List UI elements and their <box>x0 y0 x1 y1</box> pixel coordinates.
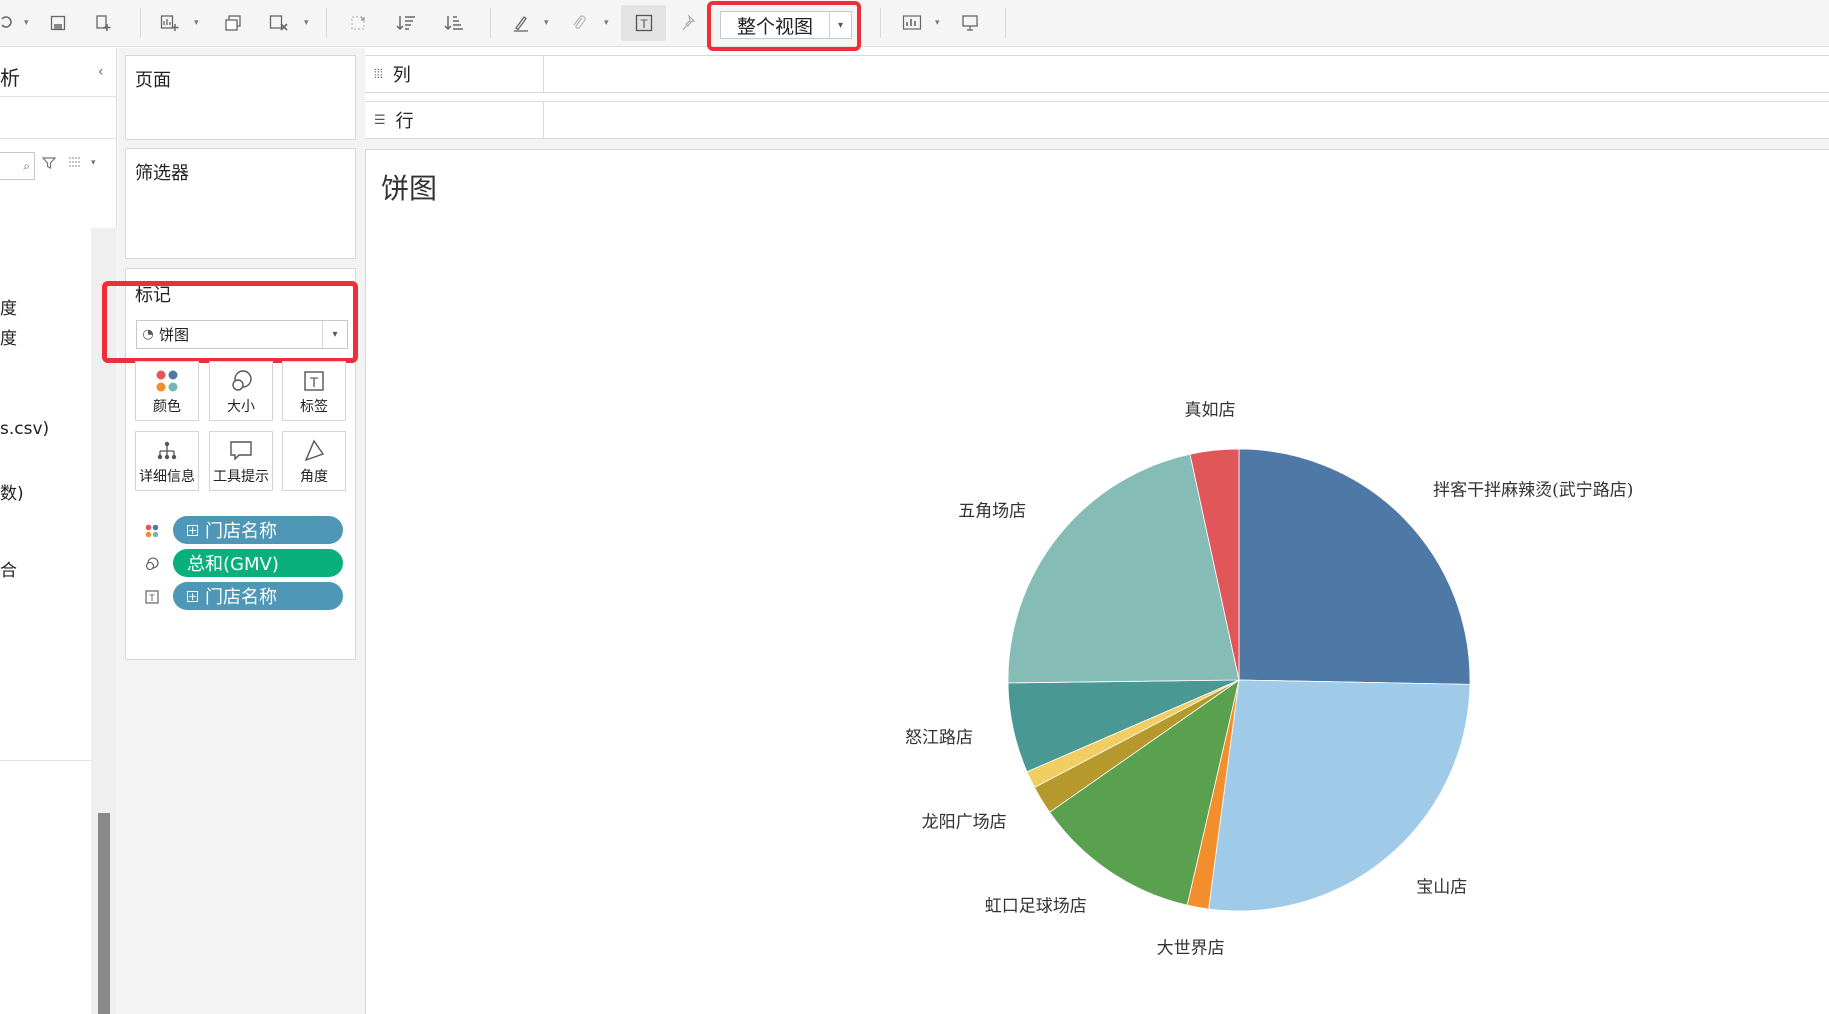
pie-slice-label: 龙阳广场店 <box>922 812 1007 832</box>
pie-chart: 拌客干拌麻辣烫(武宁路店) 宝山店大世界店 虹口足球场店 龙阳广场店 怒江路店 五角场店 真… <box>905 401 1633 959</box>
pie-slice-label: 真如店 <box>1185 401 1236 421</box>
pie-slice-label: 拌客干拌麻辣烫(武宁路店) <box>1433 481 1633 501</box>
pie-slice-label: 大世界店 <box>1157 939 1225 959</box>
pie-slice-label: 五角场店 <box>958 502 1026 522</box>
pie-slice-label: 虹口足球场店 <box>985 896 1087 916</box>
pie-slice-label: 宝山店 <box>1416 877 1467 897</box>
pie-slice-label: 怒江路店 <box>905 728 973 748</box>
